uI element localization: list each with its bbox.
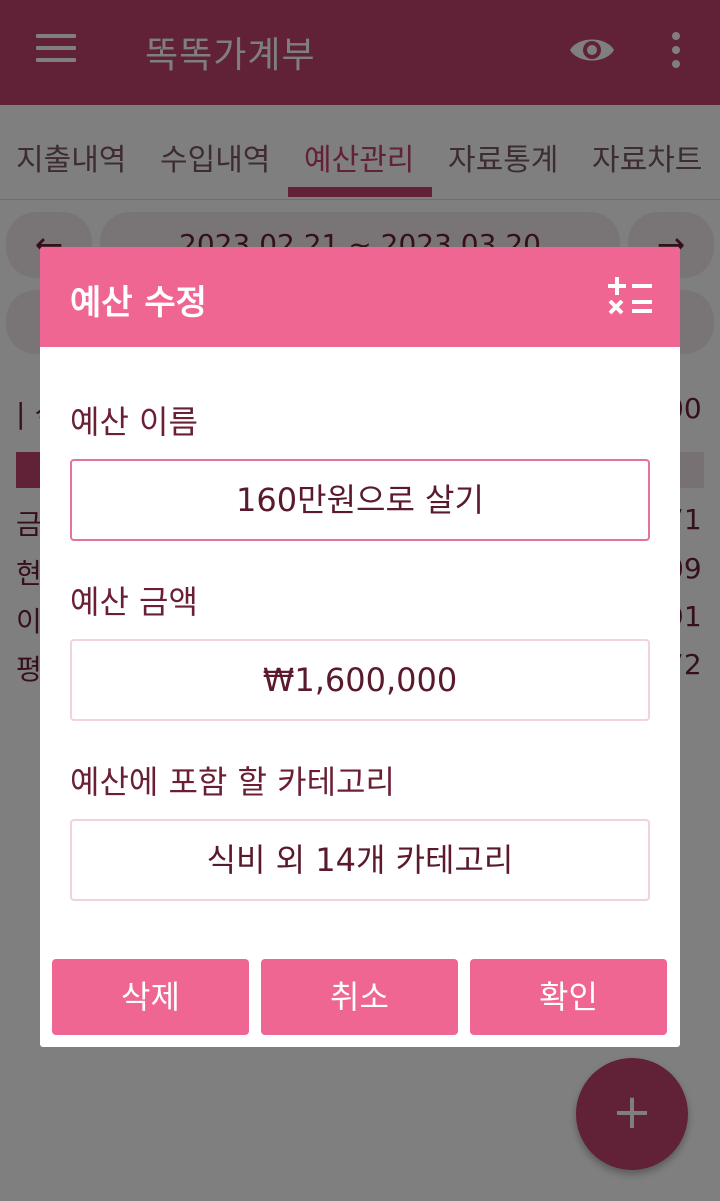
edit-budget-dialog: 예산 수정 예산 이름 160만원으로 살기 예산 금액 ₩1,600,000 … bbox=[40, 247, 680, 1047]
categories-selector[interactable]: 식비 외 14개 카테고리 bbox=[70, 819, 650, 901]
calculator-icon[interactable] bbox=[606, 275, 654, 319]
categories-label: 예산에 포함 할 카테고리 bbox=[70, 763, 395, 801]
cancel-button[interactable]: 취소 bbox=[261, 959, 458, 1035]
budget-name-input[interactable]: 160만원으로 살기 bbox=[70, 459, 650, 541]
budget-amount-label: 예산 금액 bbox=[70, 583, 198, 621]
dialog-header: 예산 수정 bbox=[40, 247, 680, 347]
delete-button[interactable]: 삭제 bbox=[52, 959, 249, 1035]
budget-amount-input[interactable]: ₩1,600,000 bbox=[70, 639, 650, 721]
confirm-button[interactable]: 확인 bbox=[470, 959, 667, 1035]
dialog-title: 예산 수정 bbox=[70, 283, 207, 323]
budget-name-label: 예산 이름 bbox=[70, 403, 198, 441]
